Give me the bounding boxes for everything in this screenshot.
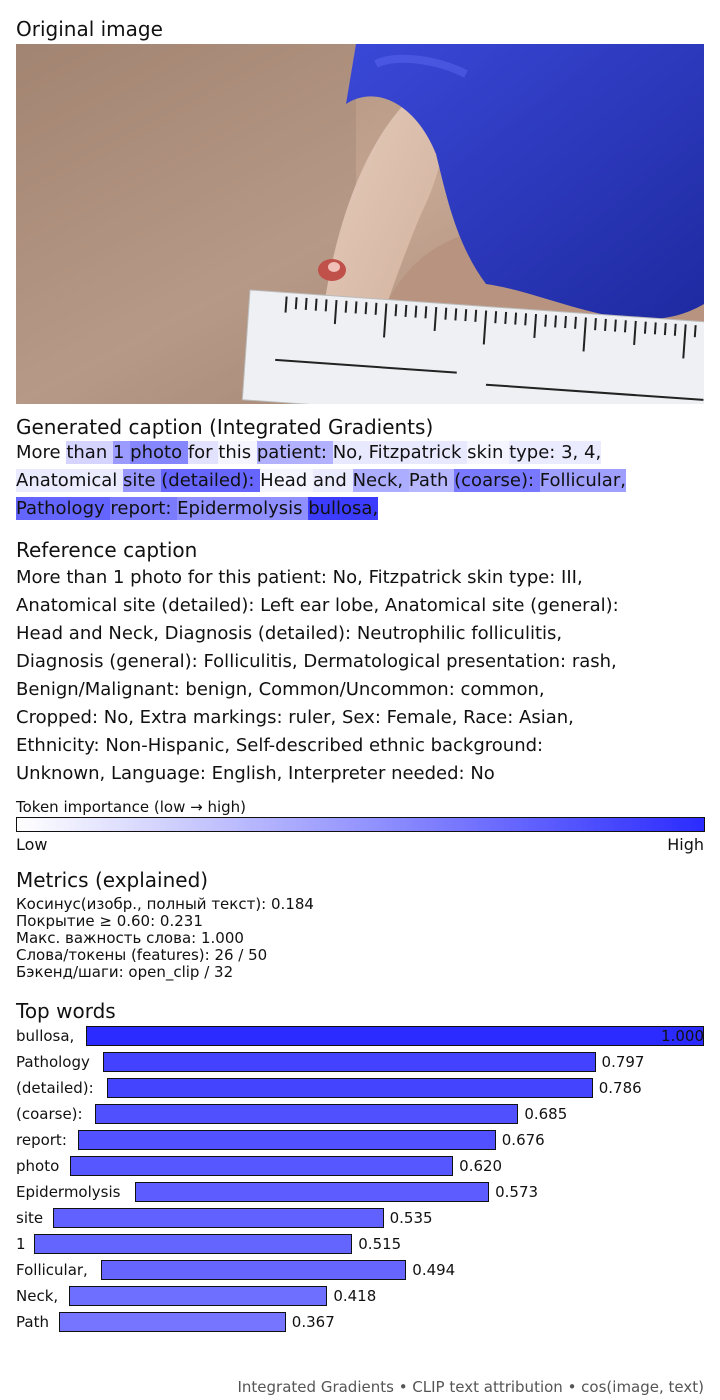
caption-token: and — [312, 469, 353, 492]
caption-token: photo — [130, 441, 188, 464]
caption-token: than — [66, 441, 113, 464]
bar-label: Neck, — [16, 1287, 59, 1305]
bar — [101, 1260, 407, 1280]
bar-value: 0.494 — [412, 1261, 456, 1279]
metric-backend-steps: Бэкенд/шаги: open_clip / 32 — [16, 963, 234, 981]
footer-note: Integrated Gradients • CLIP text attribu… — [237, 1378, 705, 1396]
skin-photo — [16, 44, 704, 404]
bar — [53, 1208, 384, 1228]
metric-cosine: Косинус(изобр., полный текст): 0.184 — [16, 895, 314, 913]
bar-label: Follicular, — [16, 1261, 88, 1279]
bar-label: report: — [16, 1131, 67, 1149]
bar-value: 0.620 — [459, 1157, 503, 1175]
bar-label: site — [16, 1209, 44, 1227]
generated-caption-title: Generated caption (Integrated Gradients) — [16, 415, 434, 439]
caption-token: for — [187, 441, 219, 464]
bar-label: photo — [16, 1157, 60, 1175]
caption-token: skin — [467, 441, 510, 464]
bar-value: 0.786 — [598, 1079, 642, 1097]
metric-coverage: Покрытие ≥ 0.60: 0.231 — [16, 912, 203, 930]
importance-colorbar — [16, 817, 705, 832]
bar — [107, 1078, 593, 1098]
bar-value: 0.676 — [501, 1131, 545, 1149]
bar — [103, 1052, 596, 1072]
top-words-chart: bullosa, 1.000 Pathology 0.797 (detailed): 0.… — [0, 1023, 720, 1343]
bar-value: 0.797 — [601, 1053, 645, 1071]
caption-token: Epidermolysis — [177, 497, 309, 520]
metrics-list: Косинус(изобр., полный текст): 0.184 Пок… — [16, 896, 314, 981]
bar-value: 0.685 — [524, 1105, 568, 1123]
caption-token: bullosa, — [308, 497, 379, 520]
caption-token: Head — [260, 469, 313, 492]
caption-token: Pathology — [16, 497, 111, 520]
bar-value: 0.535 — [389, 1209, 433, 1227]
top-words-title: Top words — [16, 999, 116, 1023]
original-image-title: Original image — [16, 17, 163, 41]
caption-token: patient: — [256, 441, 333, 464]
bar-label: Epidermolysis — [16, 1183, 121, 1201]
caption-token: 3, — [561, 441, 584, 464]
bar-value: 1.000 — [661, 1027, 704, 1045]
bar — [34, 1234, 353, 1254]
bar — [59, 1312, 286, 1332]
bar — [69, 1286, 328, 1306]
caption-token: Neck, — [352, 469, 409, 492]
colorbar-high-label: High — [667, 835, 704, 854]
bar-label: Pathology — [16, 1053, 90, 1071]
bar — [70, 1156, 454, 1176]
caption-token: 1 — [112, 441, 131, 464]
caption-token: (detailed): — [161, 469, 261, 492]
caption-token: Follicular, — [539, 469, 626, 492]
caption-token: type: — [509, 441, 562, 464]
bar-value: 0.367 — [291, 1313, 335, 1331]
metric-words-tokens: Слова/токены (features): 26 / 50 — [16, 946, 268, 964]
generated-caption: More than 1 photo for this patient: No, … — [16, 439, 706, 523]
bar — [95, 1104, 519, 1124]
bar — [86, 1026, 704, 1046]
bar-value: 0.418 — [333, 1287, 377, 1305]
caption-token: More — [16, 442, 67, 463]
colorbar-low-label: Low — [16, 835, 48, 854]
caption-token: (coarse): — [454, 469, 540, 492]
caption-token: this — [218, 441, 257, 464]
caption-token: Fitzpatrick — [368, 441, 468, 464]
bar — [135, 1182, 490, 1202]
caption-token: No, — [332, 441, 369, 464]
caption-token: report: — [110, 497, 178, 520]
bar — [78, 1130, 496, 1150]
bar-label: bullosa, — [16, 1027, 75, 1045]
caption-token: 4, — [584, 441, 602, 464]
bar-label: 1 — [16, 1235, 26, 1253]
reference-caption-title: Reference caption — [16, 538, 198, 562]
caption-token: Anatomical — [16, 469, 124, 492]
caption-token: site — [123, 469, 162, 492]
colorbar-label: Token importance (low → high) — [16, 798, 247, 816]
bar-label: (coarse): — [16, 1105, 83, 1123]
bar-label: (detailed): — [16, 1079, 94, 1097]
reference-caption: More than 1 photo for this patient: No, … — [16, 567, 619, 784]
metrics-title: Metrics (explained) — [16, 868, 209, 892]
bar-label: Path — [16, 1313, 49, 1331]
metric-max-importance: Макс. важность слова: 1.000 — [16, 929, 244, 947]
bar-value: 0.573 — [495, 1183, 539, 1201]
caption-token: Path — [408, 469, 455, 492]
bar-value: 0.515 — [358, 1235, 402, 1253]
